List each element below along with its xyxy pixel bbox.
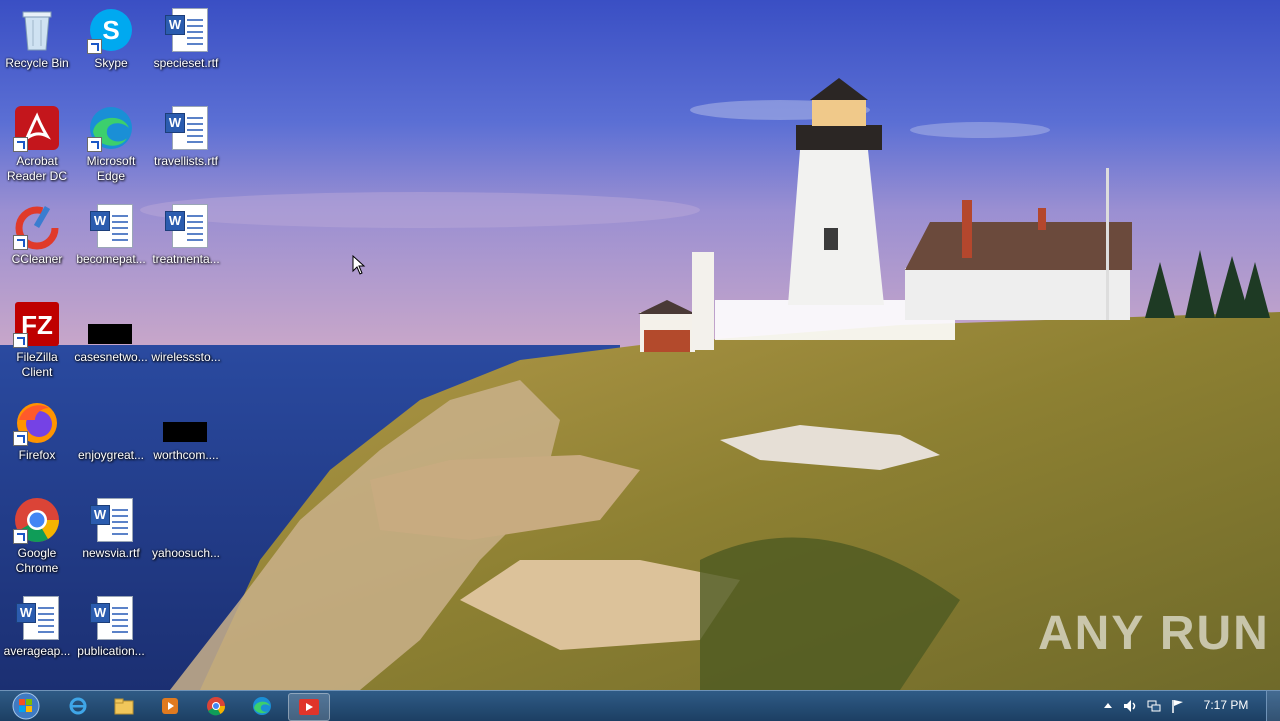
desktop-icon-skype[interactable]: S Skype	[74, 6, 148, 71]
taskbar-edge[interactable]	[242, 693, 282, 719]
desktop-icon-label: wirelesssto...	[151, 350, 221, 364]
desktop-icon-filezilla[interactable]: FZ FileZilla Client	[0, 300, 74, 380]
media-player-icon	[162, 698, 178, 714]
acrobat-reader-icon	[13, 104, 61, 152]
desktop-icon-worthcom[interactable]: worthcom....	[149, 398, 223, 463]
word-document-icon: W	[162, 104, 210, 152]
desktop-icon-firefox[interactable]: Firefox	[0, 398, 74, 463]
svg-text:S: S	[102, 15, 119, 45]
shortcut-arrow-icon	[13, 235, 28, 250]
desktop-icon-label: publication...	[77, 644, 145, 658]
desktop-icon-specieset[interactable]: W specieset.rtf	[149, 6, 223, 71]
desktop-icon-label: yahoosuch...	[151, 546, 221, 560]
shortcut-arrow-icon	[87, 39, 102, 54]
desktop-icon-google-chrome[interactable]: Google Chrome	[0, 496, 74, 576]
desktop-icon-travellists[interactable]: W travellists.rtf	[149, 104, 223, 169]
taskbar-file-explorer[interactable]	[104, 693, 144, 719]
taskbar-media-player[interactable]	[150, 693, 190, 719]
edge-icon	[87, 104, 135, 152]
desktop-icon-label: becomepat...	[76, 252, 146, 266]
desktop-icon-casesnetwo[interactable]: casesnetwo...	[74, 300, 148, 365]
desktop-icon-label: Google Chrome	[15, 546, 59, 575]
filezilla-icon: FZ	[13, 300, 61, 348]
recycle-bin-icon	[13, 6, 61, 54]
chrome-icon	[13, 496, 61, 544]
desktop-icon-newsvia[interactable]: W newsvia.rtf	[74, 496, 148, 561]
shortcut-arrow-icon	[13, 333, 28, 348]
edge-icon	[253, 697, 271, 715]
desktop-icon-becomepat[interactable]: W becomepat...	[74, 202, 148, 267]
desktop-icon-label: newsvia.rtf	[82, 546, 140, 560]
desktop-icon-label: Firefox	[18, 448, 56, 462]
desktop-icon-label: Acrobat Reader DC	[6, 154, 68, 183]
action-center-flag-icon[interactable]	[1170, 698, 1186, 714]
desktop-icon-label: worthcom....	[153, 448, 219, 462]
anyrun-watermark: ANY RUN	[1038, 607, 1270, 660]
desktop-icon-recycle-bin[interactable]: Recycle Bin	[0, 6, 74, 71]
desktop-icon-label: casesnetwo...	[74, 350, 148, 364]
blank-file-icon	[87, 300, 135, 348]
shortcut-arrow-icon	[13, 529, 28, 544]
blank-file-icon	[162, 496, 210, 544]
desktop-icon-treatmenta[interactable]: W treatmenta...	[149, 202, 223, 267]
desktop-icon-enjoygreat[interactable]: enjoygreat...	[74, 398, 148, 463]
taskbar: 7:17 PM	[0, 690, 1280, 721]
word-document-icon: W	[162, 202, 210, 250]
desktop-icon-label: Skype	[94, 56, 128, 70]
desktop-icon-wirelesssto[interactable]: wirelesssto...	[149, 300, 223, 365]
taskbar-internet-explorer[interactable]	[58, 693, 98, 719]
volume-icon[interactable]	[1122, 698, 1138, 714]
desktop-icon-label: averageap...	[3, 644, 71, 658]
start-button[interactable]	[4, 692, 48, 720]
desktop-icon-yahoosuch[interactable]: yahoosuch...	[149, 496, 223, 561]
show-hidden-icons-chevron[interactable]	[1100, 698, 1116, 714]
word-document-icon: W	[87, 202, 135, 250]
taskbar-clock[interactable]: 7:17 PM	[1196, 698, 1256, 712]
word-document-icon: W	[87, 594, 135, 642]
taskbar-chrome[interactable]	[196, 693, 236, 719]
desktop-icon-label: specieset.rtf	[153, 56, 219, 70]
desktop-icon-microsoft-edge[interactable]: Microsoft Edge	[74, 104, 148, 184]
desktop-icon-acrobat-reader[interactable]: Acrobat Reader DC	[0, 104, 74, 184]
blank-file-icon	[162, 398, 210, 446]
desktop-icon-ccleaner[interactable]: CCleaner	[0, 202, 74, 267]
network-icon[interactable]	[1146, 698, 1162, 714]
shortcut-arrow-icon	[13, 431, 28, 446]
desktop-icon-publication[interactable]: W publication...	[74, 594, 148, 659]
firefox-icon	[13, 398, 61, 446]
shortcut-arrow-icon	[13, 137, 28, 152]
desktop-icon-label: Recycle Bin	[5, 56, 69, 70]
desktop-icon-label: treatmenta...	[152, 252, 220, 266]
taskbar-anyrun-app[interactable]	[288, 693, 330, 721]
desktop-icon-averageap[interactable]: W averageap...	[0, 594, 74, 659]
chrome-icon	[207, 697, 226, 716]
desktop-icon-label: enjoygreat...	[77, 448, 145, 462]
skype-icon: S	[87, 6, 135, 54]
show-desktop-button[interactable]	[1266, 691, 1280, 721]
internet-explorer-icon	[69, 697, 87, 715]
desktop-icon-label: CCleaner	[11, 252, 63, 266]
file-explorer-icon	[114, 698, 134, 715]
desktop-icon-label: travellists.rtf	[153, 154, 218, 168]
windows-start-icon	[12, 692, 40, 720]
desktop-icon-label: FileZilla Client	[16, 350, 58, 379]
word-document-icon: W	[13, 594, 61, 642]
desktop-icon-label: Microsoft Edge	[86, 154, 136, 183]
blank-file-icon	[162, 300, 210, 348]
word-document-icon: W	[87, 496, 135, 544]
shortcut-arrow-icon	[87, 137, 102, 152]
mouse-cursor-icon	[352, 255, 366, 275]
ccleaner-icon	[13, 202, 61, 250]
word-document-icon: W	[162, 6, 210, 54]
anyrun-app-icon	[299, 699, 319, 715]
blank-file-icon	[87, 398, 135, 446]
